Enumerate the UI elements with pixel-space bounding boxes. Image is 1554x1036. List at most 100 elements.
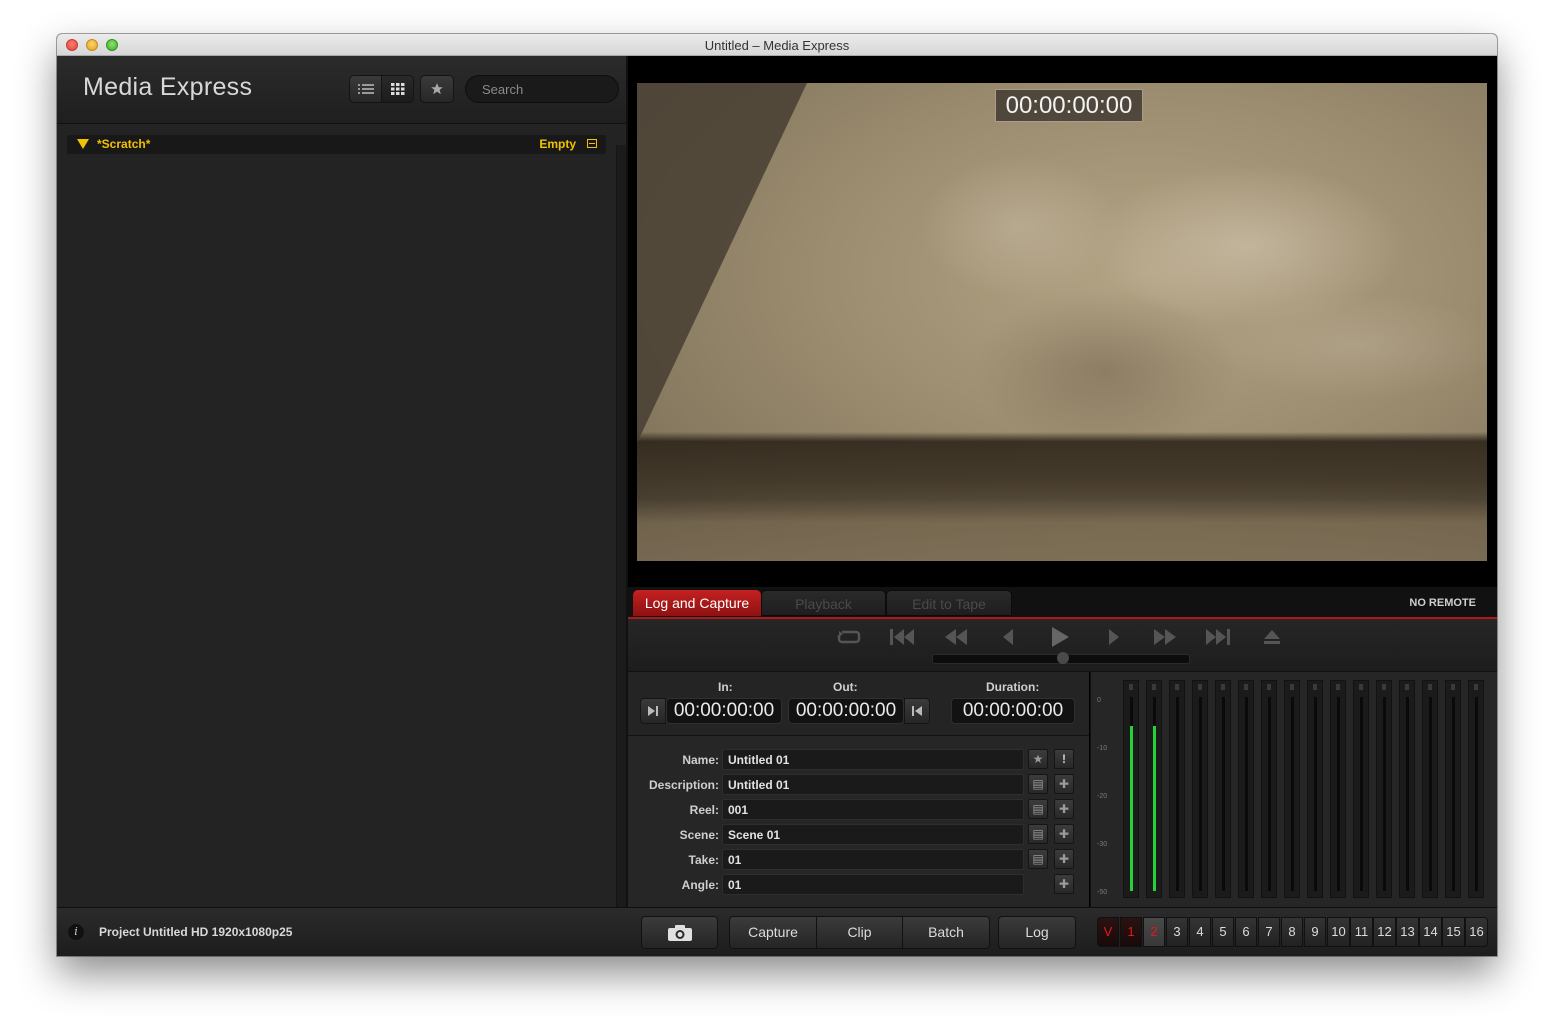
app-title: Media Express (83, 73, 253, 101)
scene-increment-button[interactable]: ✚ (1054, 824, 1074, 844)
meter-track (1176, 697, 1179, 891)
grid-icon (390, 83, 404, 95)
description-field[interactable]: Untitled 01 (722, 774, 1024, 795)
meter-peak-indicator (1198, 684, 1202, 690)
fast-forward-icon (1154, 629, 1176, 645)
fast-forward-button[interactable] (1151, 625, 1179, 649)
meter-scale-20: -20 (1097, 793, 1108, 800)
meter-track (1337, 697, 1340, 891)
play-button[interactable] (1048, 625, 1072, 649)
channel-toggle-13[interactable]: 13 (1396, 917, 1419, 947)
mode-tabs: Log and Capture Playback Edit to Tape NO… (628, 587, 1497, 619)
description-increment-button[interactable]: ✚ (1054, 774, 1074, 794)
bin-row-scratch[interactable]: *Scratch* Empty (67, 135, 606, 154)
channel-toggle-11[interactable]: 11 (1350, 917, 1373, 947)
clip-button[interactable]: Clip (816, 916, 903, 949)
in-timecode[interactable]: 00:00:00:00 (666, 698, 782, 724)
audio-meter-channel-12 (1376, 680, 1392, 898)
take-lock-button[interactable]: ▤ (1028, 849, 1048, 869)
channel-toggle-6[interactable]: 6 (1235, 917, 1257, 947)
batch-button[interactable]: Batch (902, 916, 990, 949)
meter-track (1360, 697, 1363, 891)
step-back-button[interactable] (998, 625, 1018, 649)
angle-field[interactable]: 01 (722, 874, 1024, 895)
description-label: Description: (648, 778, 719, 792)
meter-peak-indicator (1290, 684, 1294, 690)
description-lock-button[interactable]: ▤ (1028, 774, 1048, 794)
thumbnail-view-button[interactable] (381, 75, 414, 103)
search-input[interactable]: Search (465, 75, 619, 103)
channel-toggle-14[interactable]: 14 (1419, 917, 1442, 947)
tab-playback[interactable]: Playback (761, 590, 886, 616)
channel-toggle-1[interactable]: 1 (1120, 917, 1142, 947)
log-button[interactable]: Log (998, 916, 1076, 949)
channel-toggle-3[interactable]: 3 (1166, 917, 1188, 947)
meter-scale-10: -10 (1097, 745, 1108, 752)
capture-button[interactable]: Capture (729, 916, 817, 949)
channel-toggle-v[interactable]: V (1097, 917, 1119, 947)
angle-increment-button[interactable]: ✚ (1054, 874, 1074, 894)
field-row-name: Name: Untitled 01 ★ ! (628, 749, 1089, 771)
take-increment-button[interactable]: ✚ (1054, 849, 1074, 869)
meter-track (1245, 697, 1248, 891)
favorite-clip-button[interactable]: ★ (1028, 749, 1048, 769)
rewind-button[interactable] (942, 625, 970, 649)
go-to-start-button[interactable] (888, 625, 916, 649)
channel-toggle-12[interactable]: 12 (1373, 917, 1396, 947)
tab-log-and-capture[interactable]: Log and Capture (633, 590, 761, 616)
duration-timecode: 00:00:00:00 (951, 698, 1075, 724)
field-row-scene: Scene: Scene 01 ▤ ✚ (628, 824, 1089, 846)
go-to-end-button[interactable] (1204, 625, 1232, 649)
step-forward-button[interactable] (1104, 625, 1124, 649)
media-browser-header: Media Express Search (57, 56, 626, 124)
disclosure-triangle-icon[interactable] (77, 139, 89, 149)
channel-toggle-8[interactable]: 8 (1281, 917, 1303, 947)
name-field[interactable]: Untitled 01 (722, 749, 1024, 770)
meter-peak-indicator (1359, 684, 1363, 690)
snapshot-button[interactable] (641, 916, 718, 949)
audio-meter-channel-16 (1468, 680, 1484, 898)
meter-peak-indicator (1129, 684, 1133, 690)
jog-shuttle-slider[interactable] (932, 652, 1190, 664)
meter-scale-50: -50 (1097, 889, 1108, 896)
eject-button[interactable] (1260, 625, 1284, 649)
jog-shuttle-handle[interactable] (1057, 652, 1069, 664)
loop-button[interactable] (836, 625, 862, 649)
meter-track (1383, 697, 1386, 891)
favorites-button[interactable] (420, 75, 454, 103)
channel-toggle-5[interactable]: 5 (1212, 917, 1234, 947)
scene-lock-button[interactable]: ▤ (1028, 824, 1048, 844)
audio-meter-channel-7 (1261, 680, 1277, 898)
flag-clip-button[interactable]: ! (1054, 749, 1074, 769)
take-field[interactable]: 01 (722, 849, 1024, 870)
reel-lock-button[interactable]: ▤ (1028, 799, 1048, 819)
reel-field[interactable]: 001 (722, 799, 1024, 820)
mark-in-button[interactable] (640, 698, 666, 724)
mark-out-button[interactable] (904, 698, 930, 724)
list-view-button[interactable] (349, 75, 382, 103)
channel-toggle-15[interactable]: 15 (1442, 917, 1465, 947)
channel-toggle-7[interactable]: 7 (1258, 917, 1280, 947)
channel-toggle-2[interactable]: 2 (1143, 917, 1165, 947)
viewer-image (637, 83, 1487, 561)
audio-meter-channel-4 (1192, 680, 1208, 898)
out-timecode[interactable]: 00:00:00:00 (788, 698, 904, 724)
take-label: Take: (688, 853, 719, 867)
bin-name: *Scratch* (97, 137, 151, 151)
reel-increment-button[interactable]: ✚ (1054, 799, 1074, 819)
audio-meter-channel-1 (1123, 680, 1139, 898)
tab-edit-to-tape[interactable]: Edit to Tape (886, 590, 1012, 616)
audio-meter-channel-6 (1238, 680, 1254, 898)
scene-field[interactable]: Scene 01 (722, 824, 1024, 845)
meter-track (1199, 697, 1202, 891)
meter-peak-indicator (1336, 684, 1340, 690)
meter-peak-indicator (1474, 684, 1478, 690)
channel-toggle-10[interactable]: 10 (1327, 917, 1350, 947)
audio-meter-channel-2 (1146, 680, 1162, 898)
channel-toggle-4[interactable]: 4 (1189, 917, 1211, 947)
info-icon[interactable]: i (68, 924, 84, 940)
meter-track (1153, 697, 1156, 891)
channel-toggle-9[interactable]: 9 (1304, 917, 1326, 947)
channel-toggle-16[interactable]: 16 (1465, 917, 1488, 947)
scene-label: Scene: (679, 828, 719, 842)
